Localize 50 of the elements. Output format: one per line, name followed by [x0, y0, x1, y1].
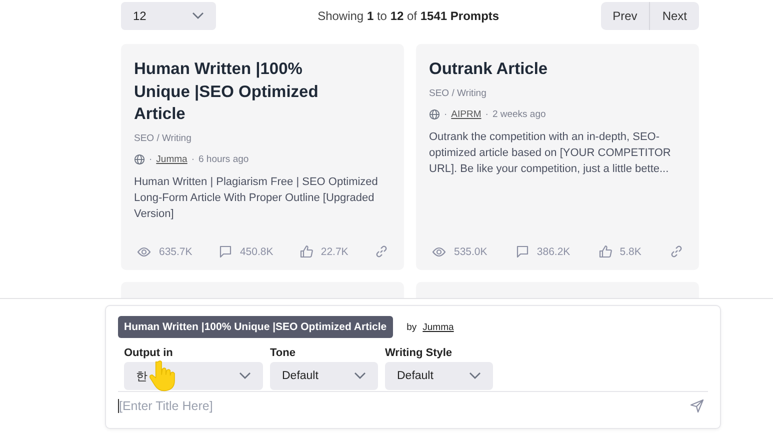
pagination-button[interactable]: Next — [649, 2, 699, 30]
eye-icon — [137, 246, 151, 256]
comments-count: 450.8K — [240, 246, 274, 258]
chevron-down-icon — [192, 12, 204, 20]
views-count: 635.7K — [159, 246, 192, 258]
category-text: SEO / Writing — [429, 88, 488, 98]
eye-icon — [432, 246, 446, 256]
title-input[interactable]: [Enter Title Here] — [118, 399, 519, 413]
card-description: Outrank the competition with an in-depth, SEO-optimized article based on [YOUR COMPETITOR URL]. Be like your competition, just a little bette... — [429, 130, 672, 176]
category-text: SEO / Writing — [134, 132, 192, 144]
select-label: Writing Style — [385, 347, 454, 359]
chevron-down-icon — [239, 372, 251, 380]
card-description: Human Written | Plagiarism Free | SEO Optimized Long-Form Article With Proper Outline [Upgraded Version] — [134, 174, 379, 222]
author-link[interactable]: Jumma — [422, 322, 454, 332]
option-select[interactable]: Default — [270, 362, 378, 390]
prompt-card[interactable] — [121, 44, 404, 270]
send-icon[interactable] — [690, 399, 704, 413]
select-label: Tone — [270, 347, 296, 359]
separator-dot: · — [485, 108, 488, 120]
thumbs-up-icon — [300, 245, 313, 258]
select-label: Output in — [124, 347, 174, 359]
author-link[interactable]: Jumma — [156, 154, 188, 164]
comment-icon — [516, 245, 529, 258]
link-icon[interactable] — [374, 245, 388, 258]
time-text: 2 weeks ago — [492, 108, 546, 120]
globe-icon — [429, 108, 440, 120]
likes-count: 5.8K — [620, 246, 642, 258]
author-link[interactable]: AIPRM — [451, 108, 482, 120]
card-title: Human Written |100% Unique |SEO Optimized Article — [134, 59, 320, 125]
per-page-select[interactable]: 12 — [121, 2, 216, 30]
separator-dot: · — [191, 154, 194, 164]
chevron-down-icon — [469, 372, 481, 380]
chevron-down-icon — [354, 372, 366, 380]
prompt-card[interactable] — [416, 44, 699, 270]
by-text: by — [406, 322, 417, 332]
time-text: 6 hours ago — [198, 154, 249, 164]
separator-dot: · — [444, 108, 448, 120]
likes-count: 22.7K — [320, 246, 348, 258]
comment-icon — [218, 245, 232, 258]
thumbs-up-icon — [598, 245, 612, 258]
views-count: 535.0K — [454, 246, 488, 258]
globe-icon — [134, 154, 145, 164]
pagination-button[interactable]: Prev — [600, 2, 650, 30]
results-summary: Showing 1 to 12 of 1541 Prompts — [316, 9, 500, 23]
card-title: Outrank Article — [429, 59, 549, 80]
comments-count: 386.2K — [536, 246, 570, 258]
prompt-title-badge: Human Written |100% Unique |SEO Optimized Article — [118, 316, 393, 338]
option-select[interactable]: Default — [385, 362, 493, 390]
separator-dot: · — [149, 154, 152, 164]
link-icon[interactable] — [670, 245, 683, 258]
